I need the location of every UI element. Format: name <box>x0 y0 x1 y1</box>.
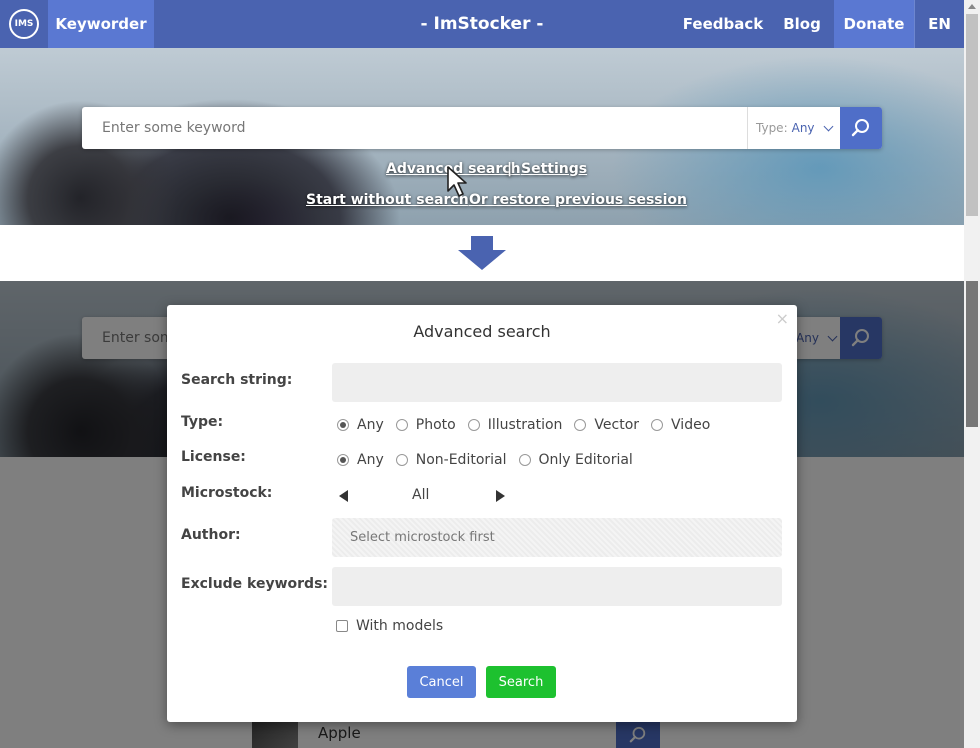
keyword-search-bar: Type: Any <box>82 107 882 149</box>
cancel-button[interactable]: Cancel <box>407 666 476 698</box>
type-option-vector[interactable]: Vector <box>574 417 639 433</box>
microstock-value: All <box>412 487 430 503</box>
mouse-pointer-icon <box>447 166 467 197</box>
search-submit-button[interactable]: Search <box>486 666 556 698</box>
type-option-video[interactable]: Video <box>651 417 710 433</box>
arrow-down-icon <box>458 236 506 270</box>
settings-link[interactable]: Settings <box>521 161 587 177</box>
type-dropdown[interactable]: Type: Any <box>747 107 840 149</box>
scroll-up-arrow-icon[interactable] <box>968 4 976 9</box>
radio-selected-icon <box>337 419 349 431</box>
type-label: Type: <box>181 414 224 430</box>
nav-feedback[interactable]: Feedback <box>676 0 770 48</box>
with-models-label: With models <box>356 618 444 634</box>
nav-donate[interactable]: Donate <box>834 0 914 48</box>
modal-title: Advanced search <box>413 322 551 341</box>
keyword-search-input[interactable] <box>82 107 747 149</box>
chevron-left-icon[interactable] <box>339 490 348 502</box>
checkbox-icon <box>336 620 348 632</box>
radio-icon <box>651 419 664 431</box>
author-input[interactable] <box>332 518 782 557</box>
license-option-only-editorial[interactable]: Only Editorial <box>518 452 633 468</box>
step-arrow-band <box>0 225 964 281</box>
microstock-label: Microstock: <box>181 485 273 501</box>
radio-icon <box>467 419 480 431</box>
chevron-right-icon[interactable] <box>496 490 505 502</box>
link-separator: | <box>507 161 513 177</box>
page-scrollbar[interactable] <box>964 0 980 748</box>
radio-icon <box>518 454 531 466</box>
top-navbar: IMS Keyworder - ImStocker - Feedback Blo… <box>0 0 964 48</box>
radio-icon <box>395 454 408 466</box>
exclude-keywords-label: Exclude keywords: <box>181 576 329 592</box>
type-option-label: Any <box>357 417 384 433</box>
license-option-label: Any <box>357 452 384 468</box>
language-selector[interactable]: EN <box>914 0 964 48</box>
chevron-down-icon <box>823 121 833 131</box>
nav-blog[interactable]: Blog <box>776 0 828 48</box>
type-option-illustration[interactable]: Illustration <box>467 417 563 433</box>
restore-session-link[interactable]: Or restore previous session <box>469 192 687 208</box>
hero-section: Type: Any Advanced search | Settings Sta… <box>0 48 964 225</box>
license-option-any[interactable]: Any <box>337 452 384 468</box>
advanced-search-modal: × Advanced search Search string: Type: A… <box>167 305 797 722</box>
logo-text: IMS <box>9 9 39 39</box>
exclude-keywords-input[interactable] <box>332 567 782 606</box>
type-radio-group: Any Photo Illustration Vector Video <box>337 417 722 433</box>
type-option-label: Vector <box>594 417 640 433</box>
license-option-non-editorial[interactable]: Non-Editorial <box>395 452 507 468</box>
app-title: - ImStocker - <box>420 14 544 34</box>
radio-selected-icon <box>337 454 349 466</box>
radio-icon <box>395 419 408 431</box>
start-without-search-link[interactable]: Start without search <box>306 192 469 208</box>
search-button[interactable] <box>840 107 882 149</box>
with-models-checkbox[interactable]: With models <box>336 618 443 634</box>
license-option-label: Only Editorial <box>538 452 633 468</box>
license-option-label: Non-Editorial <box>415 452 507 468</box>
scrollbar-thumb-top[interactable] <box>966 14 978 216</box>
type-option-label: Illustration <box>487 417 563 433</box>
search-string-label: Search string: <box>181 372 293 388</box>
type-option-photo[interactable]: Photo <box>395 417 456 433</box>
magnifier-icon <box>851 119 869 137</box>
nav-keyworder[interactable]: Keyworder <box>48 0 154 48</box>
type-dropdown-label: Type: <box>756 121 788 135</box>
logo[interactable]: IMS <box>0 0 48 48</box>
type-option-label: Photo <box>415 417 456 433</box>
search-string-input[interactable] <box>332 363 782 402</box>
license-label: License: <box>181 449 246 465</box>
scrollbar-thumb-dimmed[interactable] <box>966 281 978 427</box>
license-radio-group: Any Non-Editorial Only Editorial <box>337 452 645 468</box>
type-dropdown-value: Any <box>791 121 815 135</box>
radio-icon <box>574 419 587 431</box>
type-option-label: Video <box>671 417 711 433</box>
type-option-any[interactable]: Any <box>337 417 384 433</box>
author-label: Author: <box>181 527 241 543</box>
